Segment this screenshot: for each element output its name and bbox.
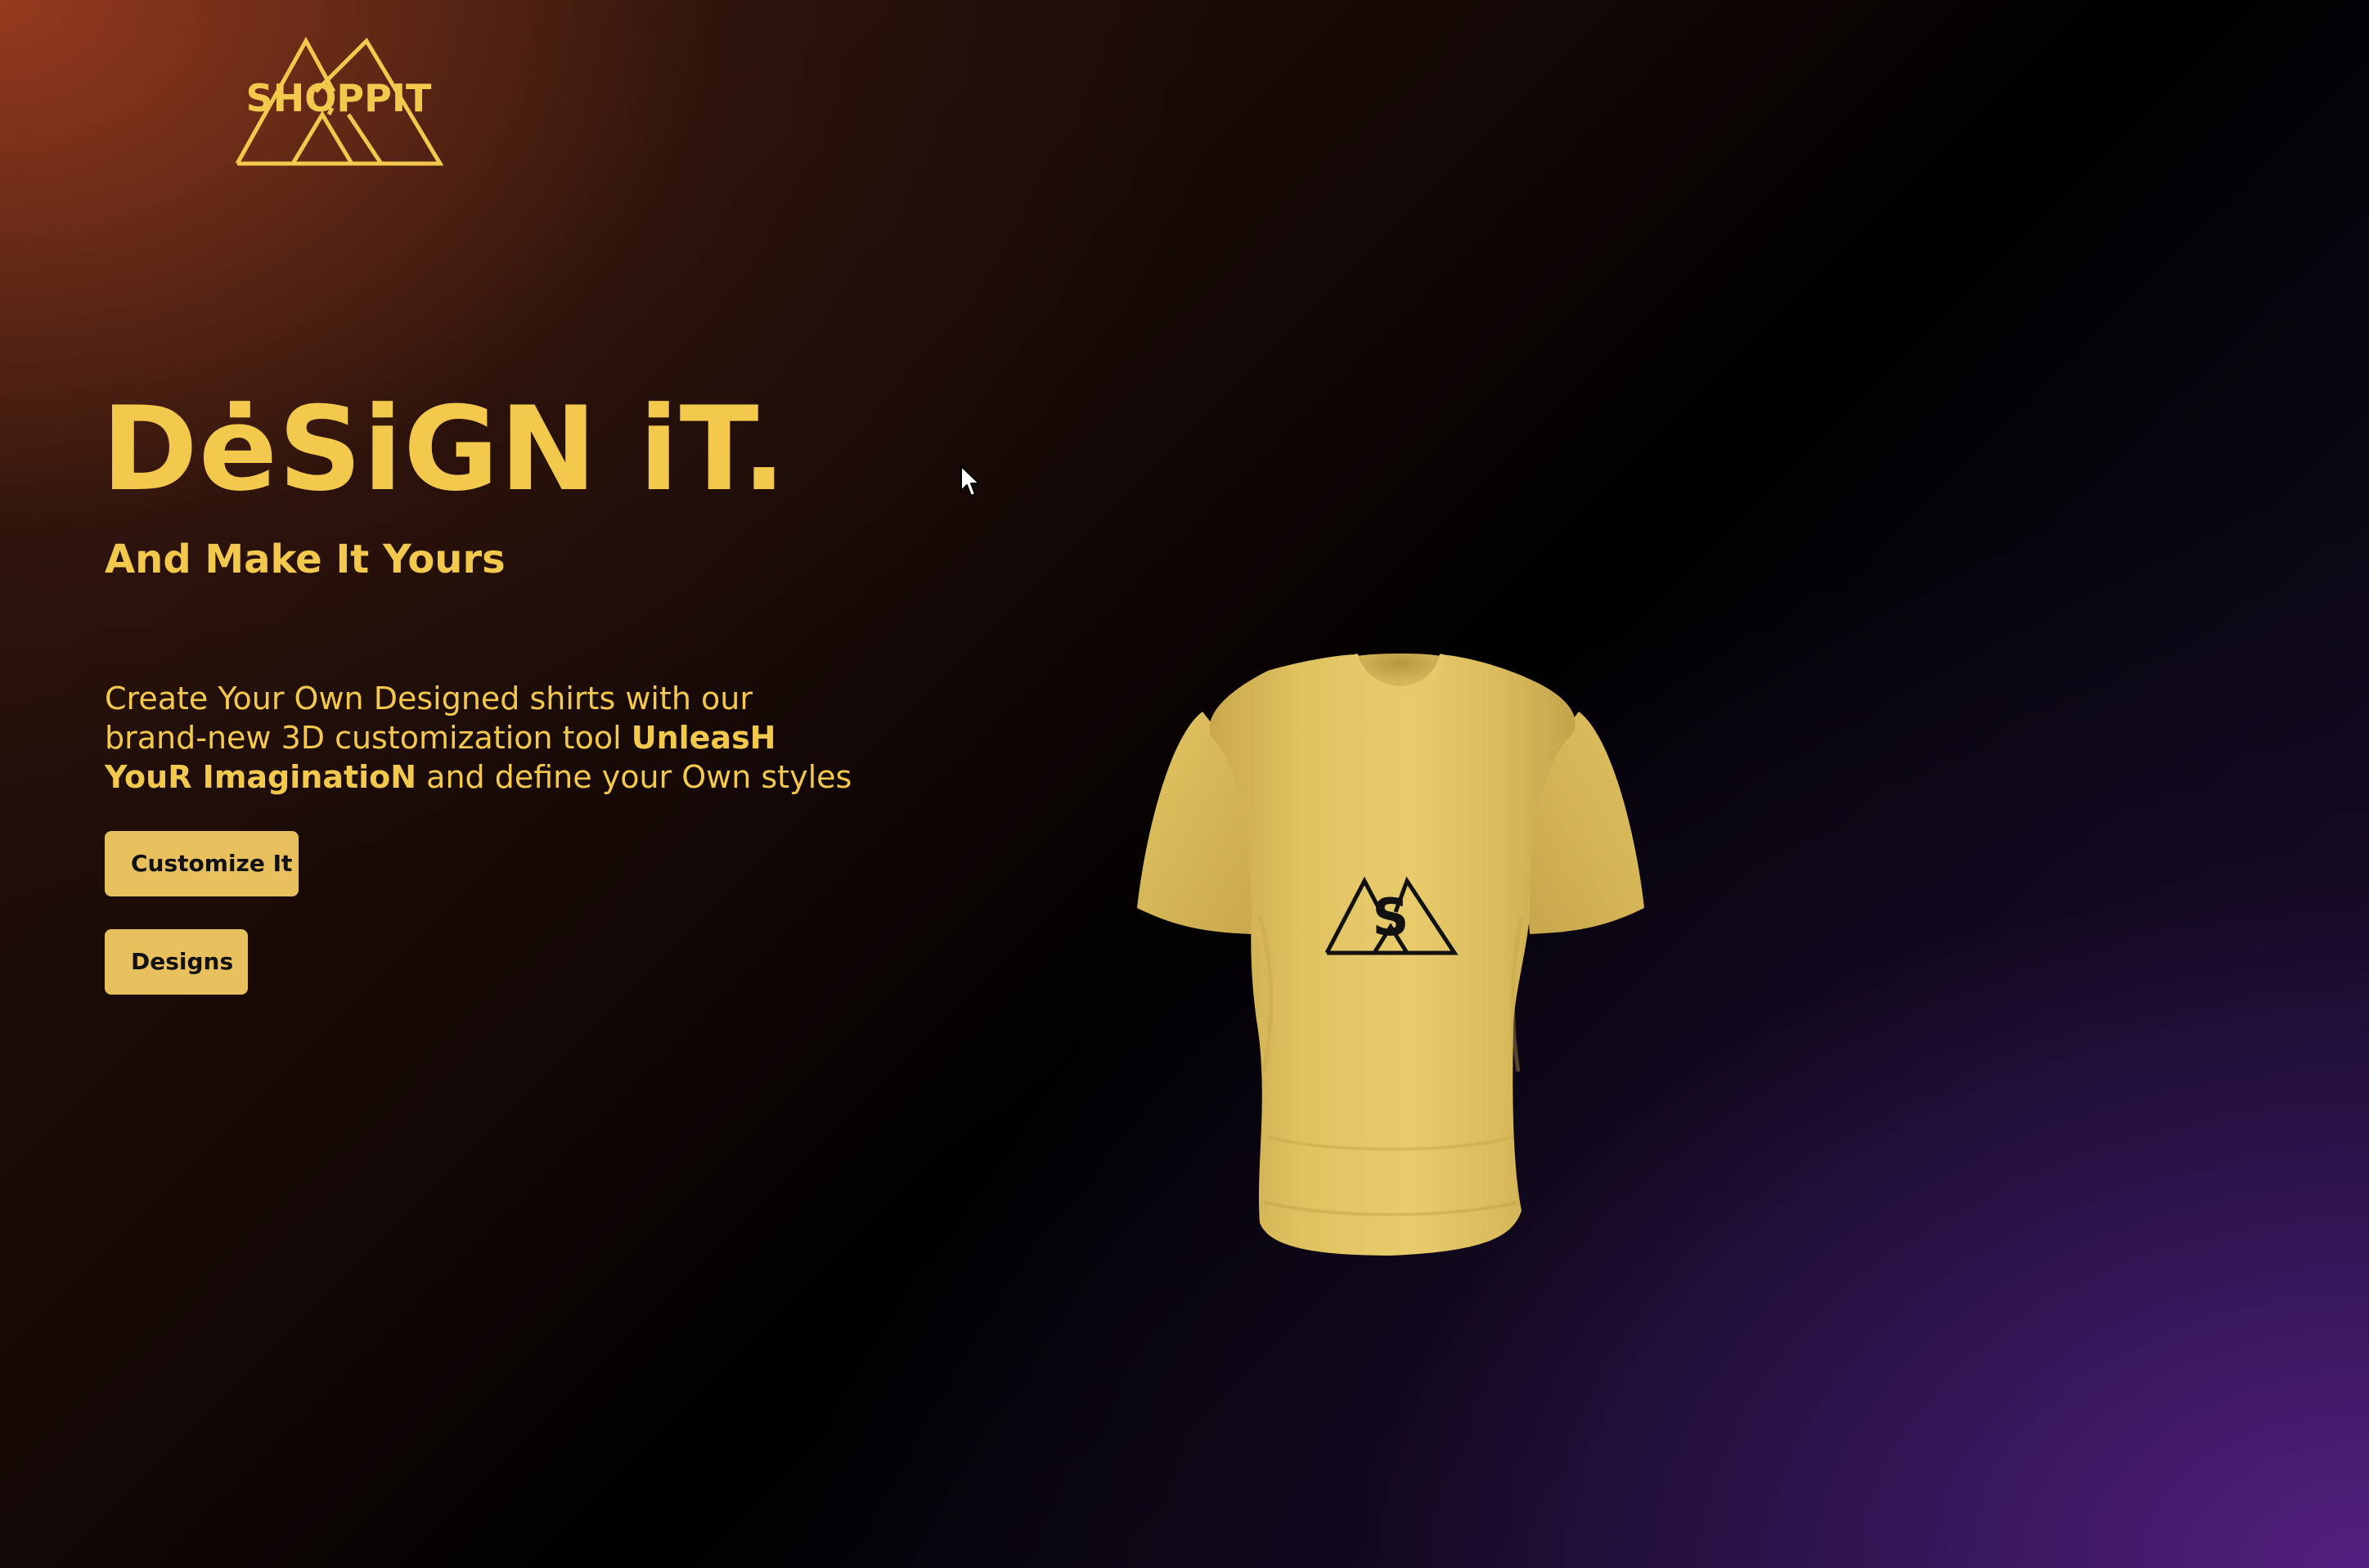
- customize-it-button[interactable]: Customize It: [105, 831, 299, 896]
- brand-logo[interactable]: SHOPPIT: [232, 33, 445, 172]
- hero-subtitle: And Make It Yours: [105, 537, 506, 582]
- hero-description: Create Your Own Designed shirts with our…: [105, 679, 857, 797]
- tshirt-model: S: [1137, 653, 1644, 1256]
- hero-description-text-2: and define your Own styles: [416, 759, 852, 795]
- shirt-decal-letter: S: [1373, 887, 1409, 947]
- designs-button[interactable]: Designs: [105, 929, 248, 995]
- hero-title: DėSiGN iT.: [101, 382, 787, 517]
- logo-text: SHOPPIT: [246, 76, 432, 120]
- shirt-3d-canvas[interactable]: S: [1113, 646, 1669, 1301]
- mouse-cursor-icon: [959, 465, 983, 499]
- shoppit-logo-icon: SHOPPIT: [235, 36, 444, 166]
- landing-page: { "brand": { "name": "SHOPPIT", "color":…: [0, 0, 2369, 1568]
